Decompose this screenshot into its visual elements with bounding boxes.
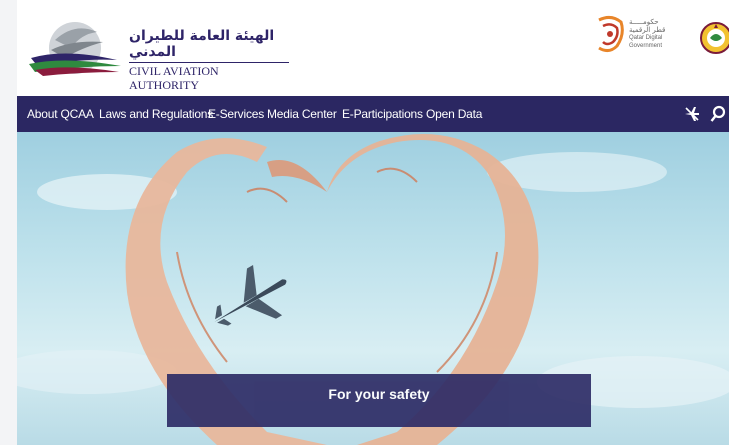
nav-media-center[interactable]: Media Center xyxy=(267,96,337,132)
site-header: الهيئة العامة للطيران المدني CIVIL AVIAT… xyxy=(17,0,729,96)
page: الهيئة العامة للطيران المدني CIVIL AVIAT… xyxy=(17,0,729,445)
nav-about-qcaa[interactable]: About QCAA xyxy=(27,96,94,132)
qatar-digital-government-text: حكومـــــة قطر الرقمية Qatar Digital Gov… xyxy=(629,18,689,50)
logo-arabic-title: الهيئة العامة للطيران المدني xyxy=(129,28,275,60)
logo-english-title: CIVIL AVIATION AUTHORITY xyxy=(129,62,289,92)
nav-laws-and-regulations[interactable]: Laws and Regulations xyxy=(99,96,213,132)
qcaa-logo-text[interactable]: الهيئة العامة للطيران المدني CIVIL AVIAT… xyxy=(129,28,289,94)
nav-open-data[interactable]: Open Data xyxy=(426,96,482,132)
nav-e-services[interactable]: E-Services xyxy=(208,96,264,132)
hero-banner[interactable]: For your safety xyxy=(17,132,729,445)
airplane-icon xyxy=(214,265,287,326)
state-of-qatar-emblem-icon[interactable] xyxy=(700,16,729,62)
hero-caption-box[interactable]: For your safety xyxy=(167,374,591,427)
gov-english-line-2: Government xyxy=(629,43,663,49)
slider-pagination xyxy=(366,436,390,442)
gov-english-line-1: Qatar Digital xyxy=(629,35,663,41)
search-icon[interactable] xyxy=(709,105,727,123)
hero-caption-text: For your safety xyxy=(328,386,430,402)
flight-toggle-icon[interactable] xyxy=(683,105,701,123)
qatar-digital-government-logo-icon[interactable] xyxy=(595,14,625,54)
qcaa-logo-icon[interactable] xyxy=(25,18,123,80)
gov-arabic-line-1: حكومـــــة xyxy=(629,18,659,26)
main-navigation: About QCAA Laws and Regulations E-Servic… xyxy=(17,96,729,132)
nav-e-participations[interactable]: E-Participations xyxy=(342,96,423,132)
gov-arabic-line-2: قطر الرقمية xyxy=(629,26,666,34)
